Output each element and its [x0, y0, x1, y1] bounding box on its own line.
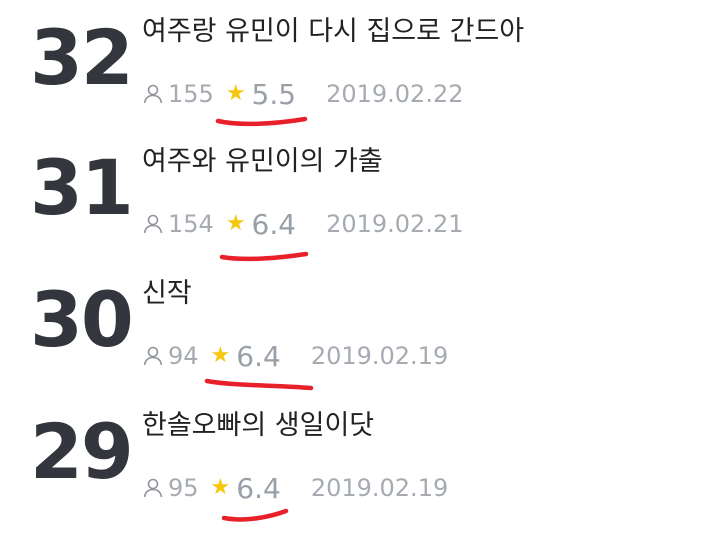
person-icon: [143, 346, 163, 366]
episode-title[interactable]: 신작: [142, 278, 192, 310]
publish-date: 2019.02.19: [310, 474, 449, 502]
rating-value: 6.4: [236, 339, 281, 373]
episode-meta: 95 ★ 6.4 2019.02.19: [142, 471, 449, 505]
episode-meta: 155 ★ 5.5 2019.02.22: [142, 77, 464, 111]
view-count: 155: [168, 80, 214, 108]
rating-value: 5.5: [251, 77, 297, 111]
star-icon: ★: [225, 211, 246, 236]
episode-number: 29: [30, 407, 134, 496]
episode-number: 31: [30, 143, 134, 232]
episode-row[interactable]: 31 여주와 유민이의 가출 154 ★ 6.4 2019.02.21: [0, 130, 720, 260]
publish-date: 2019.02.21: [326, 210, 464, 238]
episode-meta: 94 ★ 6.4 2019.02.19: [142, 339, 449, 373]
episode-title[interactable]: 여주랑 유민이 다시 집으로 간드아: [142, 16, 524, 48]
episode-row[interactable]: 30 신작 94 ★ 6.4 2019.02.19: [0, 262, 720, 392]
episode-list: 32 여주랑 유민이 다시 집으로 간드아 155 ★ 5.5 2019.02.…: [0, 0, 720, 540]
episode-row[interactable]: 32 여주랑 유민이 다시 집으로 간드아 155 ★ 5.5 2019.02.…: [0, 0, 720, 130]
episode-title[interactable]: 한솔오빠의 생일이닷: [142, 410, 374, 442]
star-icon: ★: [210, 475, 231, 500]
view-count: 154: [168, 210, 214, 238]
episode-title[interactable]: 여주와 유민이의 가출: [142, 146, 383, 178]
episode-row[interactable]: 29 한솔오빠의 생일이닷 95 ★ 6.4 2019.02.19: [0, 394, 720, 524]
star-icon: ★: [210, 343, 231, 368]
publish-date: 2019.02.19: [310, 342, 449, 370]
person-icon: [143, 478, 163, 498]
person-icon: [143, 214, 163, 234]
person-icon: [143, 84, 163, 104]
publish-date: 2019.02.22: [326, 80, 464, 108]
episode-number: 32: [30, 13, 134, 102]
episode-number: 30: [30, 275, 134, 364]
view-count: 95: [168, 474, 199, 502]
view-count: 94: [168, 342, 199, 370]
rating-value: 6.4: [251, 207, 297, 241]
rating-value: 6.4: [236, 471, 281, 505]
episode-meta: 154 ★ 6.4 2019.02.21: [142, 207, 464, 241]
star-icon: ★: [225, 81, 246, 106]
